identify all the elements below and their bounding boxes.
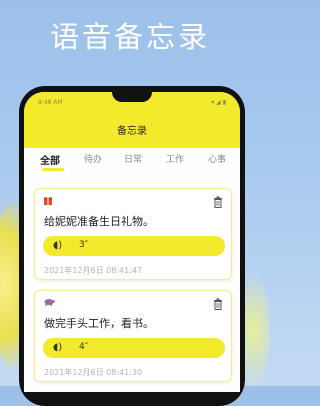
- gift-icon: [43, 195, 53, 208]
- sound-wave-icon: ◖): [53, 240, 63, 251]
- note-card[interactable]: 做完手头工作，看书。 ◖) 4″ 2021年12月6日 08:41:30: [34, 290, 232, 382]
- tab-mood[interactable]: 心事: [208, 152, 226, 165]
- note-timestamp: 2021年12月6日 08:41:30: [44, 368, 143, 377]
- status-icons: ▾ ◢ ▮: [211, 99, 226, 106]
- note-text: 给妮妮准备生日礼物。: [44, 215, 154, 228]
- camera-notch: [112, 92, 152, 102]
- app-screen: 9:48 AM ▾ ◢ ▮ 备忘录 全部 待办 日常 工作 心事 给妮妮准备生日…: [24, 92, 240, 392]
- app-header: 9:48 AM ▾ ◢ ▮ 备忘录: [24, 92, 240, 148]
- tab-todo[interactable]: 待办: [84, 152, 102, 165]
- note-timestamp: 2021年12月6日 08:41:47: [44, 266, 143, 275]
- voice-playback-bar[interactable]: ◖) 4″: [43, 338, 225, 358]
- trash-icon[interactable]: [213, 193, 223, 208]
- status-time: 9:48 AM: [38, 99, 63, 106]
- active-tab-indicator: [42, 168, 64, 171]
- note-card[interactable]: 给妮妮准备生日礼物。 ◖) 3″ 2021年12月6日 08:41:47: [34, 188, 232, 280]
- tab-all[interactable]: 全部: [40, 152, 60, 167]
- note-text: 做完手头工作，看书。: [44, 317, 154, 330]
- tab-work[interactable]: 工作: [166, 152, 184, 165]
- trash-icon[interactable]: [213, 295, 223, 310]
- hero-title: 语音备忘录: [49, 20, 210, 54]
- voice-duration: 4″: [79, 342, 89, 352]
- tab-daily[interactable]: 日常: [124, 152, 142, 165]
- voice-playback-bar[interactable]: ◖) 3″: [43, 236, 225, 256]
- category-tabs: 全部 待办 日常 工作 心事: [24, 152, 240, 172]
- sound-wave-icon: ◖): [53, 342, 63, 353]
- app-title: 备忘录: [117, 126, 147, 137]
- voice-duration: 3″: [79, 240, 89, 250]
- turtle-icon: [43, 297, 55, 310]
